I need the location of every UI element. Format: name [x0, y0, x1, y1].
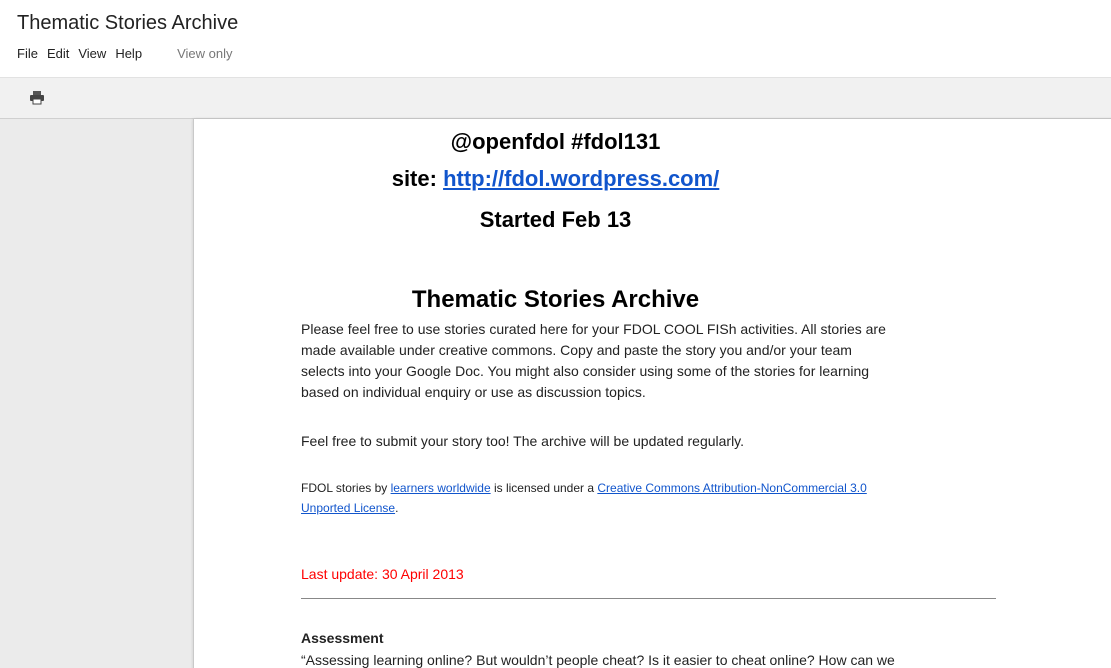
license-middle: is licensed under a	[490, 481, 598, 495]
license-paragraph: FDOL stories by learners worldwide is li…	[301, 478, 1001, 518]
site-link[interactable]: http://fdol.wordpress.com/	[443, 166, 719, 191]
archive-heading: Thematic Stories Archive	[411, 286, 700, 313]
menu-edit[interactable]: Edit	[47, 45, 69, 63]
section-title: Assessment	[301, 630, 384, 646]
view-only-label: View only	[177, 46, 233, 61]
divider	[301, 598, 996, 599]
menu-view[interactable]: View	[78, 45, 106, 63]
menu-help[interactable]: Help	[115, 45, 142, 63]
docs-viewer: Thematic Stories Archive File Edit View …	[0, 0, 1111, 668]
license-suffix: .	[395, 501, 399, 515]
document-title: Thematic Stories Archive	[17, 12, 239, 34]
intro-line: Please feel free to use stories curated …	[301, 321, 886, 337]
learners-link[interactable]: learners worldwide	[391, 481, 491, 495]
license-link[interactable]: Creative Commons Attribution-NonCommerci…	[597, 481, 866, 495]
section-first-line: “Assessing learning online? But wouldn’t…	[301, 652, 895, 668]
intro-line: made available under creative commons. C…	[301, 342, 852, 358]
handle-heading: @openfdol #fdol131	[450, 129, 661, 154]
started-heading: Started Feb 13	[479, 207, 632, 232]
license-link-cont[interactable]: Unported License	[301, 501, 395, 515]
site-prefix: site:	[391, 166, 444, 191]
submit-note: Feel free to submit your story too! The …	[301, 433, 745, 449]
print-icon[interactable]	[26, 90, 48, 106]
last-update: Last update: 30 April 2013	[301, 566, 464, 582]
intro-line: selects into your Google Doc. You might …	[301, 363, 870, 379]
intro-line: based on individual enquiry or use as di…	[301, 384, 646, 400]
site-heading: site: http://fdol.wordpress.com/	[0, 166, 1111, 192]
menubar: File Edit View Help View only	[17, 45, 232, 63]
license-prefix: FDOL stories by	[301, 481, 391, 495]
intro-paragraph: Please feel free to use stories curated …	[301, 319, 1001, 403]
toolbar	[0, 77, 1111, 118]
menu-file[interactable]: File	[17, 45, 38, 63]
